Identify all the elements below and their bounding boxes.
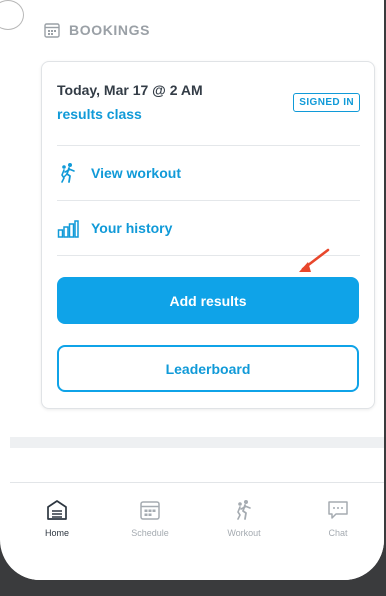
tab-workout-label: Workout	[227, 528, 261, 538]
view-workout-label: View workout	[91, 165, 181, 181]
leaderboard-button[interactable]: Leaderboard	[57, 345, 359, 392]
tab-workout[interactable]: Workout	[208, 499, 280, 538]
class-name-link[interactable]: results class	[57, 106, 142, 122]
signed-in-badge: SIGNED IN	[293, 93, 360, 112]
section-separator	[10, 437, 384, 448]
calendar-icon	[44, 23, 60, 38]
tab-home-label: Home	[44, 528, 69, 538]
booking-card: Today, Mar 17 @ 2 AM results class SIGNE…	[41, 61, 375, 409]
home-icon	[47, 500, 67, 520]
annotation-arrow-icon	[299, 248, 330, 272]
tab-chat[interactable]: Chat	[302, 499, 374, 538]
bar-chart-icon	[57, 220, 79, 238]
tab-schedule[interactable]: Schedule	[114, 499, 186, 538]
bookings-header: BOOKINGS	[44, 20, 150, 40]
calendar-icon	[140, 501, 160, 520]
workout-figure-icon	[61, 163, 75, 183]
bookings-section: BOOKINGS Today, Mar 17 @ 2 AM results cl…	[10, 0, 384, 440]
booking-date: Today, Mar 17 @ 2 AM	[57, 82, 203, 98]
tab-chat-label: Chat	[328, 528, 348, 538]
bottom-tab-bar: Home Schedule Workout Chat	[10, 482, 384, 580]
add-results-button[interactable]: Add results	[57, 277, 359, 324]
view-workout-link[interactable]: View workout	[57, 146, 360, 200]
tab-home[interactable]: Home	[21, 499, 93, 538]
your-history-label: Your history	[91, 220, 173, 236]
bookings-title: BOOKINGS	[69, 22, 151, 38]
phone-screen: BOOKINGS Today, Mar 17 @ 2 AM results cl…	[0, 0, 384, 580]
tab-schedule-label: Schedule	[131, 528, 169, 538]
workout-figure-icon	[237, 500, 251, 520]
chat-icon	[328, 501, 348, 519]
